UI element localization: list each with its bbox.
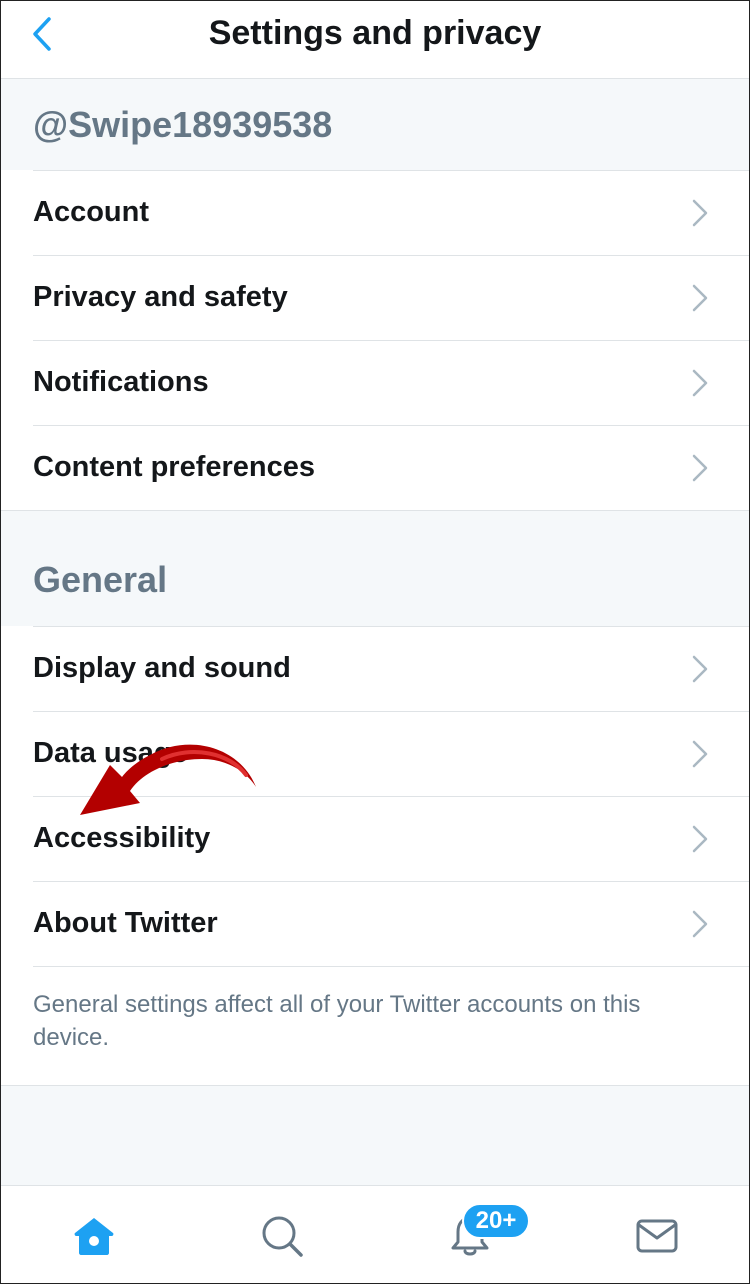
settings-row-display-sound[interactable]: Display and sound — [0, 626, 750, 711]
row-label: Account — [33, 196, 149, 228]
chevron-right-icon — [692, 740, 708, 768]
notification-badge: 20+ — [462, 1203, 530, 1239]
row-label: Data usage — [33, 737, 188, 769]
tab-messages[interactable] — [607, 1186, 707, 1285]
bottom-tab-bar — [0, 1185, 750, 1285]
search-icon — [262, 1216, 303, 1257]
settings-row-notifications[interactable]: Notifications — [0, 340, 750, 425]
page-title: Settings and privacy — [208, 14, 542, 52]
chevron-right-icon — [692, 910, 708, 938]
chevron-right-icon — [692, 369, 708, 397]
settings-row-account[interactable]: Account — [0, 170, 750, 255]
chevron-right-icon — [692, 825, 708, 853]
account-handle-header: @Swipe18939538 — [0, 79, 750, 170]
mail-icon — [636, 1219, 678, 1252]
general-settings-note: General settings affect all of your Twit… — [33, 991, 641, 1051]
settings-row-data-usage[interactable]: Data usage — [0, 711, 750, 796]
chevron-right-icon — [692, 655, 708, 683]
row-label: Privacy and safety — [33, 281, 288, 313]
nav-header: Settings and privacy — [0, 0, 750, 79]
chevron-right-icon — [692, 454, 708, 482]
home-icon — [74, 1217, 114, 1255]
row-divider — [33, 966, 750, 967]
tab-search[interactable] — [232, 1186, 332, 1285]
settings-row-content-preferences[interactable]: Content preferences — [0, 425, 750, 510]
row-label: About Twitter — [33, 907, 218, 939]
row-label: Display and sound — [33, 652, 291, 684]
row-label: Accessibility — [33, 822, 211, 854]
settings-row-accessibility[interactable]: Accessibility — [0, 796, 750, 881]
row-label: Notifications — [33, 366, 209, 398]
chevron-right-icon — [692, 284, 708, 312]
chevron-right-icon — [692, 199, 708, 227]
tab-home[interactable] — [44, 1186, 144, 1285]
settings-row-about[interactable]: About Twitter — [0, 881, 750, 966]
row-label: Content preferences — [33, 451, 316, 483]
general-section-header: General — [0, 511, 750, 626]
settings-row-privacy[interactable]: Privacy and safety — [0, 255, 750, 340]
empty-area — [0, 1085, 750, 1186]
